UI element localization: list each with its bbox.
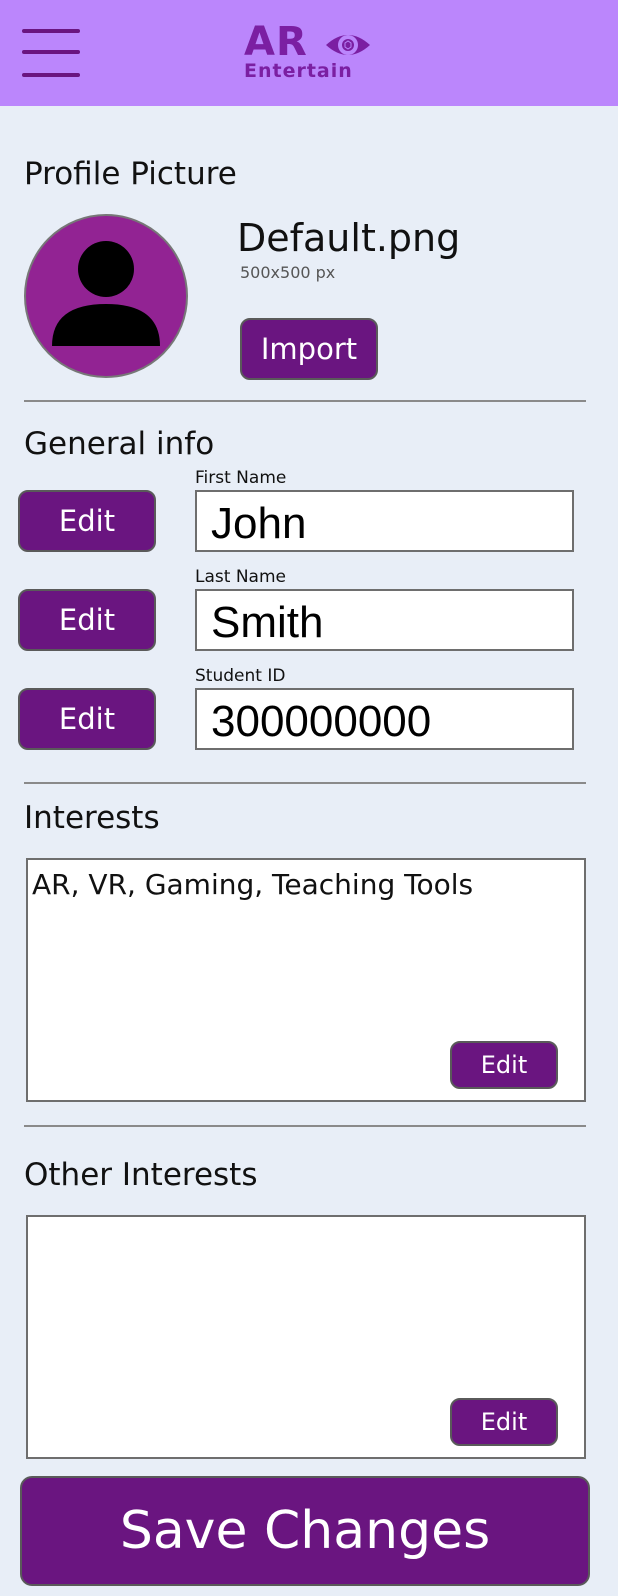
student-id-label: Student ID (195, 666, 286, 686)
edit-interests-button[interactable]: Edit (450, 1041, 558, 1089)
profile-picture-title: Profile Picture (24, 156, 237, 192)
logo-sub-text: Entertain (244, 60, 353, 82)
import-button[interactable]: Import (240, 318, 378, 380)
edit-first-name-button[interactable]: Edit (18, 490, 156, 552)
student-id-field[interactable]: 300000000 (195, 688, 574, 750)
profile-picture-dimensions: 500x500 px (240, 263, 336, 282)
first-name-label: First Name (195, 468, 287, 488)
avatar[interactable] (24, 214, 188, 378)
interests-textarea[interactable]: AR, VR, Gaming, Teaching Tools Edit (26, 858, 586, 1102)
logo-main-text: AR (244, 19, 308, 65)
app-header: AR Entertain (0, 0, 618, 106)
edit-last-name-button[interactable]: Edit (18, 589, 156, 651)
last-name-field[interactable]: Smith (195, 589, 574, 651)
first-name-field[interactable]: John (195, 490, 574, 552)
divider (24, 782, 586, 784)
interests-title: Interests (24, 800, 160, 836)
user-silhouette-icon (52, 241, 160, 346)
interests-text: AR, VR, Gaming, Teaching Tools (32, 868, 474, 901)
edit-student-id-button[interactable]: Edit (18, 688, 156, 750)
profile-picture-filename: Default.png (237, 216, 461, 260)
divider (24, 1125, 586, 1127)
save-changes-button[interactable]: Save Changes (20, 1476, 590, 1586)
other-interests-title: Other Interests (24, 1157, 258, 1193)
other-interests-textarea[interactable]: Edit (26, 1215, 586, 1459)
profile-edit-screen: AR Entertain Profile Picture Default.png… (0, 0, 618, 1596)
hamburger-menu-icon[interactable] (22, 29, 80, 77)
general-info-title: General info (24, 426, 215, 462)
edit-other-interests-button[interactable]: Edit (450, 1398, 558, 1446)
app-logo[interactable]: AR Entertain (244, 20, 374, 84)
eye-icon (326, 35, 370, 55)
divider (24, 400, 586, 402)
last-name-label: Last Name (195, 567, 286, 587)
